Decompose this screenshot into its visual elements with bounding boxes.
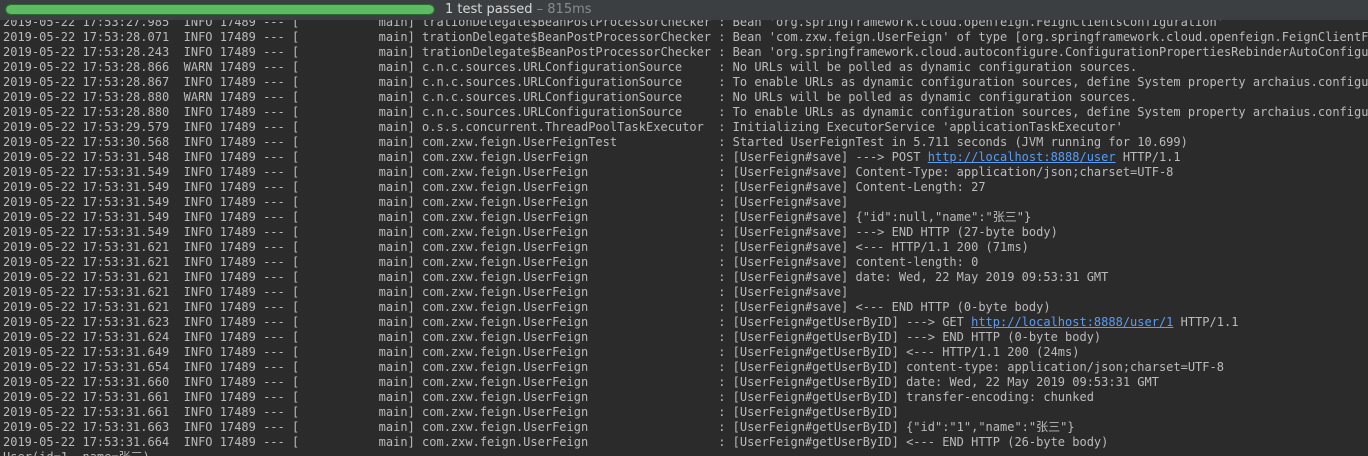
console-line-text: 2019-05-22 17:53:31.549 INFO 17489 --- […: [3, 165, 1174, 179]
test-progress-fill: [6, 5, 434, 14]
console-line: 2019-05-22 17:53:27.985 INFO 17489 --- […: [3, 20, 1368, 30]
console-line-text: 2019-05-22 17:53:31.623 INFO 17489 --- […: [3, 315, 972, 329]
console-line-suffix: HTTP/1.1: [1115, 150, 1181, 164]
console-line-text: User(id=1, name=张三): [3, 450, 150, 456]
console-line: 2019-05-22 17:53:29.579 INFO 17489 --- […: [3, 120, 1368, 135]
console-line: 2019-05-22 17:53:31.549 INFO 17489 --- […: [3, 165, 1368, 180]
console-line-suffix: HTTP/1.1: [1173, 315, 1239, 329]
test-duration: 815ms: [547, 2, 592, 17]
console-line: User(id=1, name=张三): [3, 450, 1368, 456]
console-line-text: 2019-05-22 17:53:28.866 WARN 17489 --- […: [3, 60, 1138, 74]
console-line: 2019-05-22 17:53:31.621 INFO 17489 --- […: [3, 300, 1368, 315]
console-line: 2019-05-22 17:53:31.621 INFO 17489 --- […: [3, 285, 1368, 300]
console-line-text: 2019-05-22 17:53:31.621 INFO 17489 --- […: [3, 270, 1109, 284]
console-line: 2019-05-22 17:53:31.661 INFO 17489 --- […: [3, 390, 1368, 405]
console-line: 2019-05-22 17:53:31.549 INFO 17489 --- […: [3, 225, 1368, 240]
console-line: 2019-05-22 17:53:31.663 INFO 17489 --- […: [3, 420, 1368, 435]
console-line: 2019-05-22 17:53:31.649 INFO 17489 --- […: [3, 345, 1368, 360]
console-line-text: 2019-05-22 17:53:31.549 INFO 17489 --- […: [3, 180, 986, 194]
console-line: 2019-05-22 17:53:31.621 INFO 17489 --- […: [3, 270, 1368, 285]
test-results-toolbar: 1 test passed – 815ms: [0, 0, 1368, 20]
console-output[interactable]: 2019-05-22 17:53:27.985 INFO 17489 --- […: [0, 20, 1368, 456]
console-line-text: 2019-05-22 17:53:31.660 INFO 17489 --- […: [3, 375, 1159, 389]
test-status-label: 1 test passed: [445, 2, 533, 17]
test-progress-bar: [5, 4, 435, 15]
console-line: 2019-05-22 17:53:31.660 INFO 17489 --- […: [3, 375, 1368, 390]
test-status-separator: –: [532, 2, 548, 17]
console-line-text: 2019-05-22 17:53:31.549 INFO 17489 --- […: [3, 225, 1058, 239]
console-line: 2019-05-22 17:53:31.549 INFO 17489 --- […: [3, 180, 1368, 195]
console-line-text: 2019-05-22 17:53:31.549 INFO 17489 --- […: [3, 195, 849, 209]
test-status-text: 1 test passed – 815ms: [445, 2, 592, 18]
console-line: 2019-05-22 17:53:28.867 INFO 17489 --- […: [3, 75, 1368, 90]
console-line: 2019-05-22 17:53:31.661 INFO 17489 --- […: [3, 405, 1368, 420]
console-line-text: 2019-05-22 17:53:27.985 INFO 17489 --- […: [3, 20, 1224, 29]
console-line-text: 2019-05-22 17:53:30.568 INFO 17489 --- […: [3, 135, 1188, 149]
console-line: 2019-05-22 17:53:28.243 INFO 17489 --- […: [3, 45, 1368, 60]
console-line-text: 2019-05-22 17:53:31.661 INFO 17489 --- […: [3, 405, 899, 419]
console-line: 2019-05-22 17:53:31.548 INFO 17489 --- […: [3, 150, 1368, 165]
console-line-text: 2019-05-22 17:53:31.621 INFO 17489 --- […: [3, 240, 1029, 254]
console-line: 2019-05-22 17:53:31.654 INFO 17489 --- […: [3, 360, 1368, 375]
console-line-text: 2019-05-22 17:53:28.243 INFO 17489 --- […: [3, 45, 1368, 59]
console-line-text: 2019-05-22 17:53:31.663 INFO 17489 --- […: [3, 420, 1075, 434]
console-line-text: 2019-05-22 17:53:31.664 INFO 17489 --- […: [3, 435, 1109, 449]
console-line-text: 2019-05-22 17:53:28.867 INFO 17489 --- […: [3, 75, 1368, 89]
console-line-text: 2019-05-22 17:53:28.880 WARN 17489 --- […: [3, 90, 1138, 104]
console-line: 2019-05-22 17:53:28.866 WARN 17489 --- […: [3, 60, 1368, 75]
console-line: 2019-05-22 17:53:31.549 INFO 17489 --- […: [3, 210, 1368, 225]
console-line-text: 2019-05-22 17:53:31.549 INFO 17489 --- […: [3, 210, 1032, 224]
console-line: 2019-05-22 17:53:31.624 INFO 17489 --- […: [3, 330, 1368, 345]
console-lines: 2019-05-22 17:53:27.985 INFO 17489 --- […: [3, 20, 1368, 456]
console-url-link[interactable]: http://localhost:8888/user/1: [971, 315, 1173, 329]
console-line: 2019-05-22 17:53:31.549 INFO 17489 --- […: [3, 195, 1368, 210]
console-line: 2019-05-22 17:53:28.071 INFO 17489 --- […: [3, 30, 1368, 45]
console-line: 2019-05-22 17:53:31.621 INFO 17489 --- […: [3, 255, 1368, 270]
console-line-text: 2019-05-22 17:53:31.661 INFO 17489 --- […: [3, 390, 1094, 404]
console-line-text: 2019-05-22 17:53:31.621 INFO 17489 --- […: [3, 285, 849, 299]
console-line: 2019-05-22 17:53:28.880 WARN 17489 --- […: [3, 90, 1368, 105]
console-line-text: 2019-05-22 17:53:31.548 INFO 17489 --- […: [3, 150, 928, 164]
console-line-text: 2019-05-22 17:53:31.654 INFO 17489 --- […: [3, 360, 1224, 374]
console-line-text: 2019-05-22 17:53:31.649 INFO 17489 --- […: [3, 345, 1080, 359]
console-line-text: 2019-05-22 17:53:29.579 INFO 17489 --- […: [3, 120, 1123, 134]
console-url-link[interactable]: http://localhost:8888/user: [928, 150, 1116, 164]
console-line: 2019-05-22 17:53:31.621 INFO 17489 --- […: [3, 240, 1368, 255]
console-line-text: 2019-05-22 17:53:31.621 INFO 17489 --- […: [3, 300, 1051, 314]
console-line-text: 2019-05-22 17:53:28.071 INFO 17489 --- […: [3, 30, 1368, 44]
console-line-text: 2019-05-22 17:53:31.621 INFO 17489 --- […: [3, 255, 979, 269]
console-line: 2019-05-22 17:53:28.880 INFO 17489 --- […: [3, 105, 1368, 120]
console-line-text: 2019-05-22 17:53:31.624 INFO 17489 --- […: [3, 330, 1102, 344]
console-line-text: 2019-05-22 17:53:28.880 INFO 17489 --- […: [3, 105, 1368, 119]
console-line: 2019-05-22 17:53:31.623 INFO 17489 --- […: [3, 315, 1368, 330]
console-line: 2019-05-22 17:53:30.568 INFO 17489 --- […: [3, 135, 1368, 150]
console-line: 2019-05-22 17:53:31.664 INFO 17489 --- […: [3, 435, 1368, 450]
